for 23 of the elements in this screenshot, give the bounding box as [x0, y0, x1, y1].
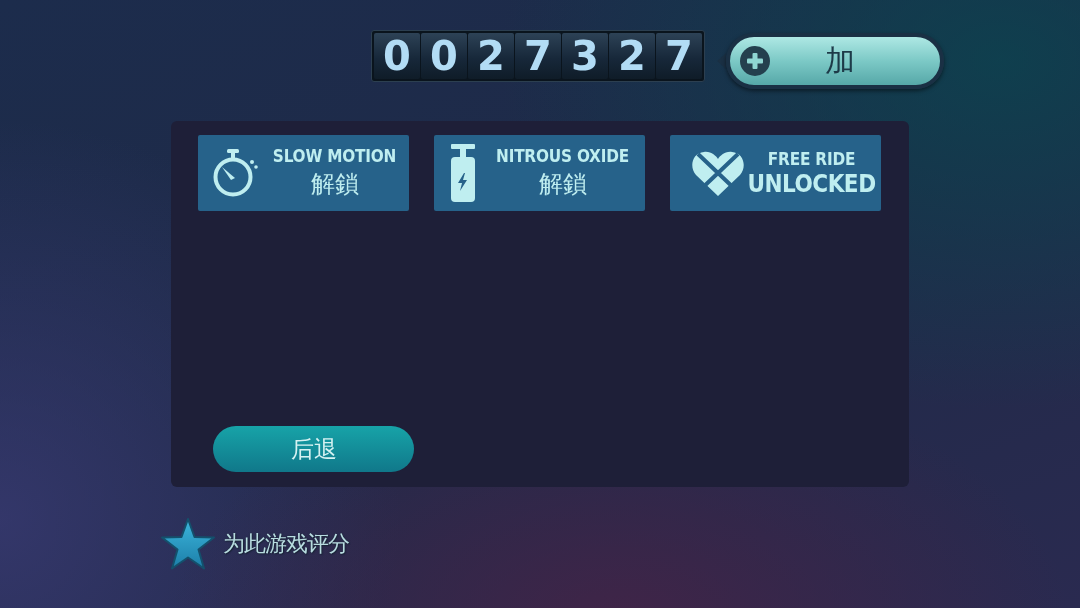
counter-digit: 2 [468, 33, 514, 79]
counter-digit: 0 [374, 33, 420, 79]
star-icon[interactable] [160, 517, 216, 571]
upgrade-card[interactable]: NITROUS OXIDE 解鎖 [434, 135, 645, 211]
upgrade-status: 解鎖 [310, 169, 359, 200]
upgrade-title: FREE RIDE [767, 148, 856, 170]
counter-digit: 7 [515, 33, 561, 79]
upgrade-status: 解鎖 [538, 169, 587, 200]
counter-digit: 0 [421, 33, 467, 79]
counter-digit: 7 [656, 33, 702, 79]
back-button[interactable]: 后退 [213, 426, 414, 472]
counter-digit: 2 [609, 33, 655, 79]
plus-icon [740, 46, 770, 76]
upgrade-card[interactable]: SLOW MOTION 解鎖 [198, 135, 409, 211]
bottle-icon [450, 144, 476, 202]
upgrade-title: SLOW MOTION [272, 145, 397, 167]
upgrade-status: UNLOCKED [747, 170, 876, 198]
upgrade-title: NITROUS OXIDE [496, 145, 629, 167]
upgrade-card[interactable]: FREE RIDE UNLOCKED [670, 135, 881, 211]
add-button[interactable]: 加 [726, 33, 944, 89]
heart-icon [692, 150, 744, 196]
counter-digit: 3 [562, 33, 608, 79]
rate-game-link[interactable]: 为此游戏评分 [223, 529, 349, 559]
